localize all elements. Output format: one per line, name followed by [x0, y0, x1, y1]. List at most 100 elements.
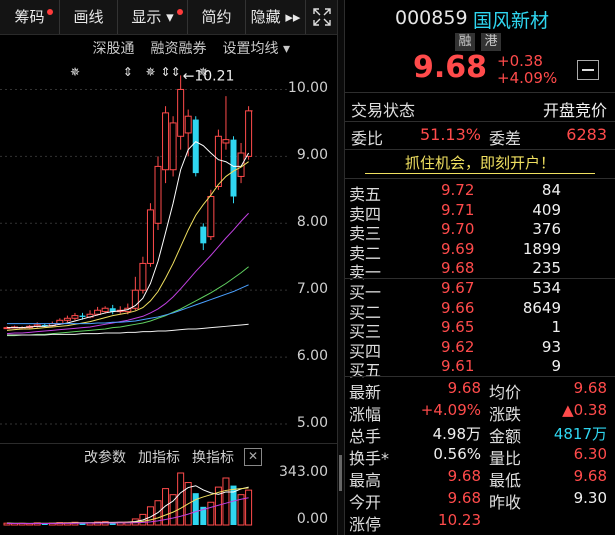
- candle-body: [79, 315, 86, 317]
- ask-level-volume: 409: [532, 200, 561, 219]
- ask-level-row[interactable]: 卖五 9.72 84: [345, 181, 615, 204]
- stat-label: 最高: [349, 471, 382, 490]
- minus-icon[interactable]: [577, 60, 599, 80]
- ask-level-row[interactable]: 卖三 9.70 376: [345, 220, 615, 243]
- candle-body: [200, 226, 207, 244]
- volume-bar: [245, 489, 253, 526]
- chart-panel: 筹码 画线 显示 ▾ 简约 隐藏 ▸▸ 深股通 融资融券 设置均线 ▾ ←10.…: [0, 0, 337, 535]
- stat-label: 换手*: [349, 449, 390, 468]
- stat-value: 9.68: [573, 379, 607, 397]
- stat-value: ▲0.38: [562, 401, 607, 419]
- stats-row: 总手 4.98万 金额 4817万: [345, 423, 615, 446]
- bid-level-volume: 93: [541, 337, 561, 356]
- stat-value: +4.09%: [420, 401, 481, 419]
- candle-body: [214, 135, 222, 187]
- draw-line-label: 画线: [73, 8, 104, 26]
- bid-level-row[interactable]: 买三 9.65 1: [345, 318, 615, 341]
- divider: [345, 376, 615, 377]
- ask-level-row[interactable]: 卖一 9.68 235: [345, 259, 615, 282]
- candle-body: [101, 307, 109, 313]
- ask-level-price: 9.70: [441, 220, 475, 238]
- event-marker: ⇕: [123, 65, 133, 79]
- ask-level-price: 9.72: [441, 181, 475, 199]
- ask-level-price: 9.68: [441, 259, 475, 277]
- bid-level-price: 9.62: [441, 337, 475, 356]
- candle-body: [222, 139, 230, 144]
- bid-level-price: 9.66: [441, 298, 475, 317]
- quote-panel: 000859 国风新材 融 港 9.68 +0.38 +4.09% 交易状态 开…: [345, 0, 615, 535]
- bid-level-price: 9.61: [441, 357, 475, 375]
- event-marker: ⇕⇕: [161, 65, 181, 79]
- volume-tick-label: 0.00: [296, 511, 328, 527]
- divider: [345, 92, 615, 93]
- last-price: 9.68: [413, 50, 488, 85]
- price-tick-label: 5.00: [296, 415, 328, 431]
- bid-level-volume: 8649: [522, 298, 561, 317]
- stat-value: 9.68: [447, 489, 481, 507]
- bid-level-row[interactable]: 买五 9.61 9: [345, 357, 615, 380]
- stats-row: 换手* 0.56% 量比 6.30: [345, 445, 615, 468]
- edit-params-button[interactable]: 改参数: [84, 447, 126, 467]
- candle-body: [56, 319, 64, 325]
- stat-label: 涨跌: [489, 405, 522, 424]
- stat-label: 总手: [349, 427, 382, 446]
- margin-tag: 融: [455, 33, 475, 51]
- bid-level-row[interactable]: 买一 9.67 534: [345, 279, 615, 302]
- close-icon[interactable]: ✕: [244, 448, 262, 466]
- price-tick-label: 10.00: [287, 80, 328, 97]
- fullscreen-button[interactable]: [306, 0, 337, 34]
- candle-body: [154, 165, 162, 224]
- stat-value: 9.68: [573, 467, 607, 485]
- stat-label: 量比: [489, 449, 522, 468]
- bid-level-price: 9.65: [441, 318, 475, 336]
- ask-level-row[interactable]: 卖四 9.71 409: [345, 200, 615, 224]
- stat-label: 涨停: [349, 515, 382, 534]
- open-account-promo-link[interactable]: 抓住机会，即刻开户！: [365, 153, 595, 174]
- bid-level-row[interactable]: 买二 9.66 8649: [345, 298, 615, 322]
- add-indicator-button[interactable]: 加指标: [138, 447, 180, 467]
- high-price-annotation: ←10.21: [183, 68, 235, 84]
- ask-level-price: 9.71: [441, 200, 475, 219]
- price-axis: 10.00 9.00 8.00 7.00 6.00 5.00 343.00 0.00: [279, 36, 336, 535]
- notify-dot: [47, 9, 53, 15]
- candle-body: [139, 262, 147, 291]
- stats-row: 涨幅 +4.09% 涨跌 ▲0.38: [345, 401, 615, 424]
- notify-dot: [177, 9, 183, 15]
- chips-label: 筹码: [14, 8, 45, 26]
- hk-connect-tag: 港: [481, 33, 501, 51]
- stats-row: 今开 9.68 昨收 9.30: [345, 489, 615, 512]
- ask-level-volume: 376: [532, 220, 561, 238]
- price-tick-label: 7.00: [296, 281, 328, 298]
- stats-row: 涨停 10.23: [345, 511, 615, 534]
- stat-value: 0.56%: [433, 445, 481, 463]
- simple-mode-button[interactable]: 简约: [188, 0, 246, 34]
- scrollbar-thumb[interactable]: [339, 455, 342, 491]
- candle-body: [169, 122, 177, 171]
- display-menu-button[interactable]: 显示 ▾: [118, 0, 188, 34]
- ask-level-row[interactable]: 卖二 9.69 1899: [345, 239, 615, 263]
- volume-chart[interactable]: [0, 470, 290, 535]
- stat-value: 4.98万: [432, 425, 481, 443]
- divider: [345, 149, 615, 150]
- change-indicator-button[interactable]: 换指标: [192, 447, 234, 467]
- event-marker: ✵: [70, 65, 80, 79]
- bid-level-row[interactable]: 买四 9.62 93: [345, 337, 615, 361]
- price-tick-label: 6.00: [296, 348, 328, 365]
- divider: [345, 178, 615, 179]
- stat-label: 金额: [489, 427, 522, 446]
- stats-row: 最高 9.68 最低 9.68: [345, 467, 615, 490]
- draw-line-button[interactable]: 画线: [60, 0, 118, 34]
- ask-level-price: 9.69: [441, 239, 475, 258]
- bid-level-volume: 9: [551, 357, 561, 375]
- trade-status-label: 交易状态: [351, 101, 416, 120]
- bid-diff-label: 委差: [489, 129, 522, 148]
- volume-tick-label: 343.00: [279, 464, 328, 480]
- ask-level-volume: 235: [532, 259, 561, 277]
- candle-body: [146, 209, 154, 264]
- ask-level-volume: 84: [541, 181, 561, 199]
- hide-panel-button[interactable]: 隐藏 ▸▸: [246, 0, 306, 34]
- stat-label: 最低: [489, 471, 522, 490]
- display-menu-label: 显示 ▾: [131, 8, 174, 26]
- chips-button[interactable]: 筹码: [0, 0, 60, 34]
- candlestick-chart[interactable]: ←10.21✵ ⇕ ✵ ⇕⇕ ✵: [0, 36, 290, 444]
